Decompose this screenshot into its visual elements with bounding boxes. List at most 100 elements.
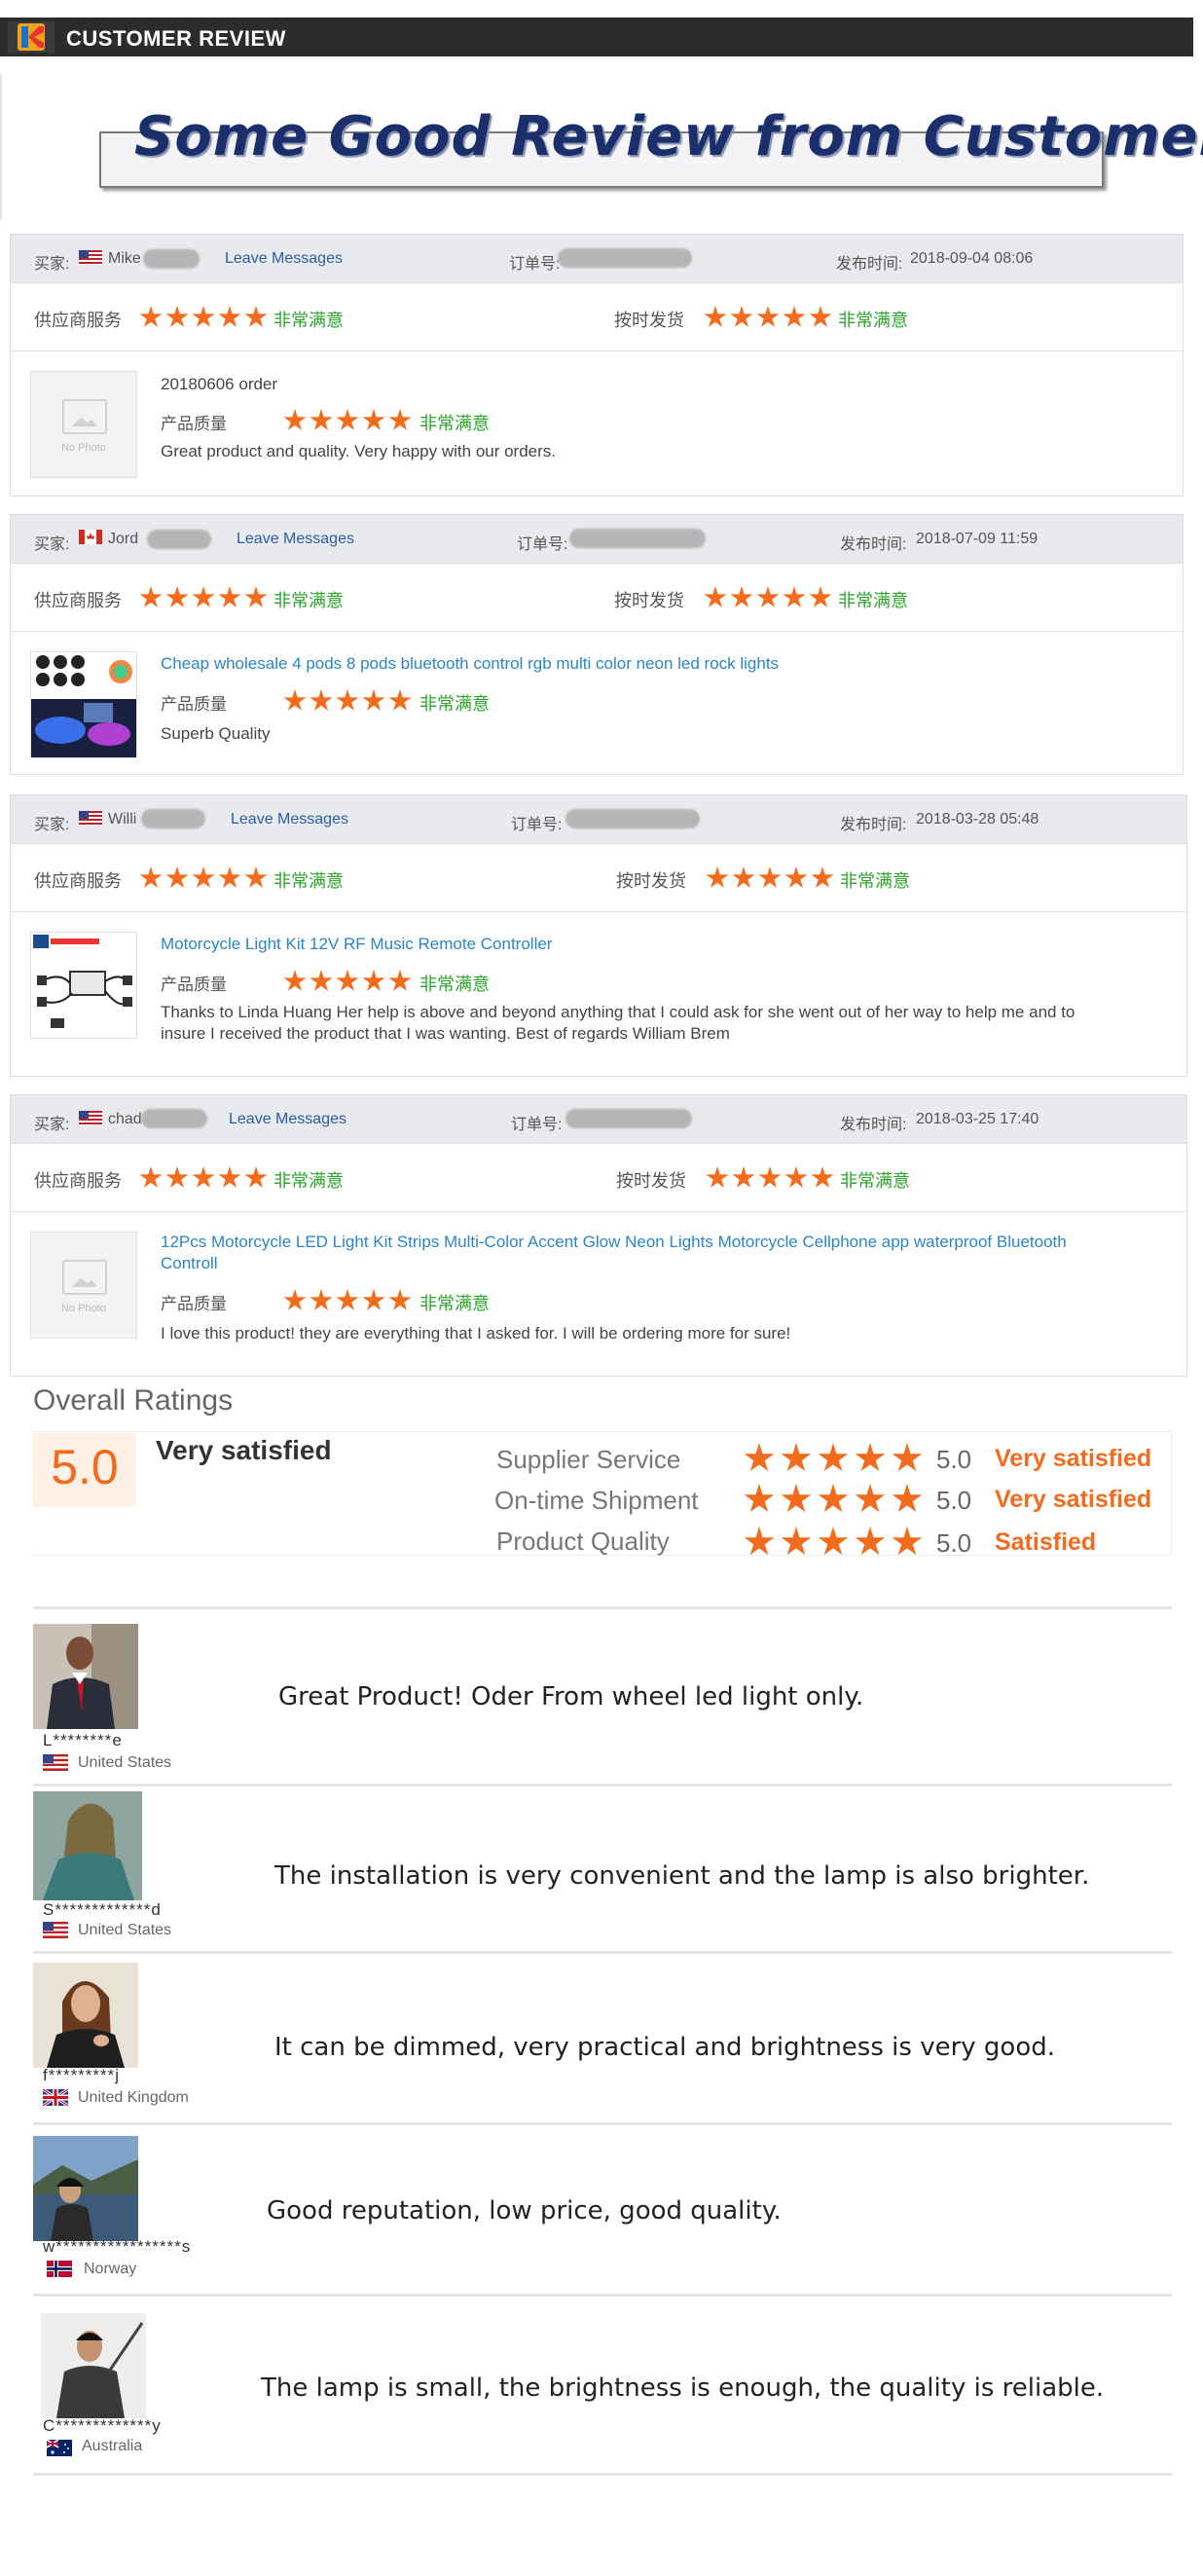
star-icon [704,306,727,327]
star-icon [855,1484,886,1513]
review-card: 买家: Mike Leave Messages 订单号: 发布时间: 2018-… [10,234,1184,497]
star-icon [165,586,189,607]
on-time-stars [704,586,832,609]
published-label: 发布时间: [840,1117,907,1133]
star-icon [756,586,780,607]
customer-photo [33,2136,138,2241]
star-icon [809,586,832,607]
star-icon [362,689,385,711]
order-number-mask [558,248,692,268]
customer-comment: Great Product! Oder From wheel led light… [278,1682,864,1711]
star-icon [139,306,163,327]
ca-flag-icon [79,530,102,544]
star-icon [809,306,832,327]
leave-messages-link[interactable]: Leave Messages [225,250,343,268]
star-icon [730,586,753,607]
divider [33,1951,1172,1954]
product-quality-label: 产品质量 [161,975,227,994]
star-icon [218,306,241,327]
rating-row: 供应商服务 非常满意 按时发货 非常满意 [11,844,1186,912]
k-logo-icon [18,23,45,51]
overall-score: 5.0 [51,1440,119,1494]
buyer-name-mask [147,530,211,549]
on-time-stars [706,866,834,890]
no-photo-label: No Photo [61,442,106,454]
leave-messages-link[interactable]: Leave Messages [229,1111,346,1128]
star-icon [811,866,834,888]
supplier-rating-text: 非常满意 [273,591,344,610]
star-icon [811,1166,834,1188]
star-icon [783,306,806,327]
star-icon [362,970,385,991]
product-thumbnail[interactable] [30,651,137,758]
uk-flag-icon [43,2089,68,2106]
order-label: 订单号: [511,817,563,833]
leave-messages-link[interactable]: Leave Messages [237,531,354,548]
on-time-rating-text: 非常满意 [838,311,908,330]
quality-stars [283,970,412,993]
product-title-link[interactable]: Motorcycle Light Kit 12V RF Music Remote… [161,934,1134,955]
order-number-mask [565,809,700,828]
star-icon [244,866,268,888]
banner-title: Some Good Review from Customers [134,105,1203,168]
order-label: 订单号: [517,536,568,553]
review-date: 2018-07-09 11:59 [916,531,1039,547]
divider [33,2473,1172,2476]
supplier-rating-text: 非常满意 [273,1171,344,1191]
star-icon [732,866,755,888]
star-icon [283,409,307,430]
quality-rating-text: 非常满意 [419,414,490,433]
star-icon [192,306,215,327]
supplier-service-label: 供应商服务 [34,871,122,891]
buyer-name: Jord [108,531,139,547]
product-quality-rating-label: Product Quality [496,1527,670,1556]
supplier-service-text: Very satisfied [995,1445,1152,1472]
supplier-service-value: 5.0 [936,1445,972,1474]
product-thumbnail[interactable]: No Photo [30,1232,137,1339]
product-quality-text: Satisfied [995,1528,1097,1556]
quality-stars [283,409,412,432]
customer-comment: It can be dimmed, very practical and bri… [274,2033,1056,2062]
star-icon [818,1484,849,1513]
quality-stars [283,689,412,713]
product-thumbnail[interactable] [30,932,137,1039]
star-icon [165,306,189,327]
star-icon [388,1289,412,1310]
order-number-mask [569,529,706,548]
product-quality-value: 5.0 [936,1528,972,1558]
on-time-label: 按时发货 [616,1171,686,1191]
australia-flag-icon [47,2440,72,2456]
star-icon [336,1289,359,1310]
star-icon [758,1166,782,1188]
product-title-link[interactable]: Cheap wholesale 4 pods 8 pods bluetooth … [161,653,1134,675]
overall-ratings-title: Overall Ratings [33,1384,234,1417]
star-icon [336,970,359,991]
product-thumbnail[interactable]: No Photo [30,371,137,478]
star-icon [244,1166,268,1188]
leave-messages-link[interactable]: Leave Messages [231,811,348,828]
norway-flag-icon [47,2261,72,2277]
customer-photo [33,1791,142,1900]
star-icon [818,1527,849,1556]
on-time-shipment-rating-label: On-time Shipment [494,1486,699,1515]
review-card: 买家: chad Leave Messages 订单号: 发布时间: 2018-… [10,1094,1187,1377]
star-icon [818,1443,849,1472]
star-icon [784,1166,808,1188]
on-time-label: 按时发货 [614,311,684,330]
star-icon [730,306,753,327]
star-icon [781,1527,812,1556]
supplier-stars [139,306,268,329]
buyer-label: 买家: [34,256,70,273]
supplier-stars [139,1166,268,1190]
on-time-stars [704,306,832,329]
customer-avatar-image [33,1963,138,2068]
us-flag-icon [43,1754,68,1771]
product-title-link[interactable]: 12Pcs Motorcycle LED Light Kit Strips Mu… [161,1232,1095,1274]
us-flag-icon [43,1922,68,1938]
on-time-label: 按时发货 [614,591,684,610]
buyer-label: 买家: [34,817,70,833]
star-icon [336,409,359,430]
customer-avatar-image [33,1791,142,1900]
supplier-service-stars [744,1443,923,1474]
buyer-label: 买家: [34,536,70,553]
